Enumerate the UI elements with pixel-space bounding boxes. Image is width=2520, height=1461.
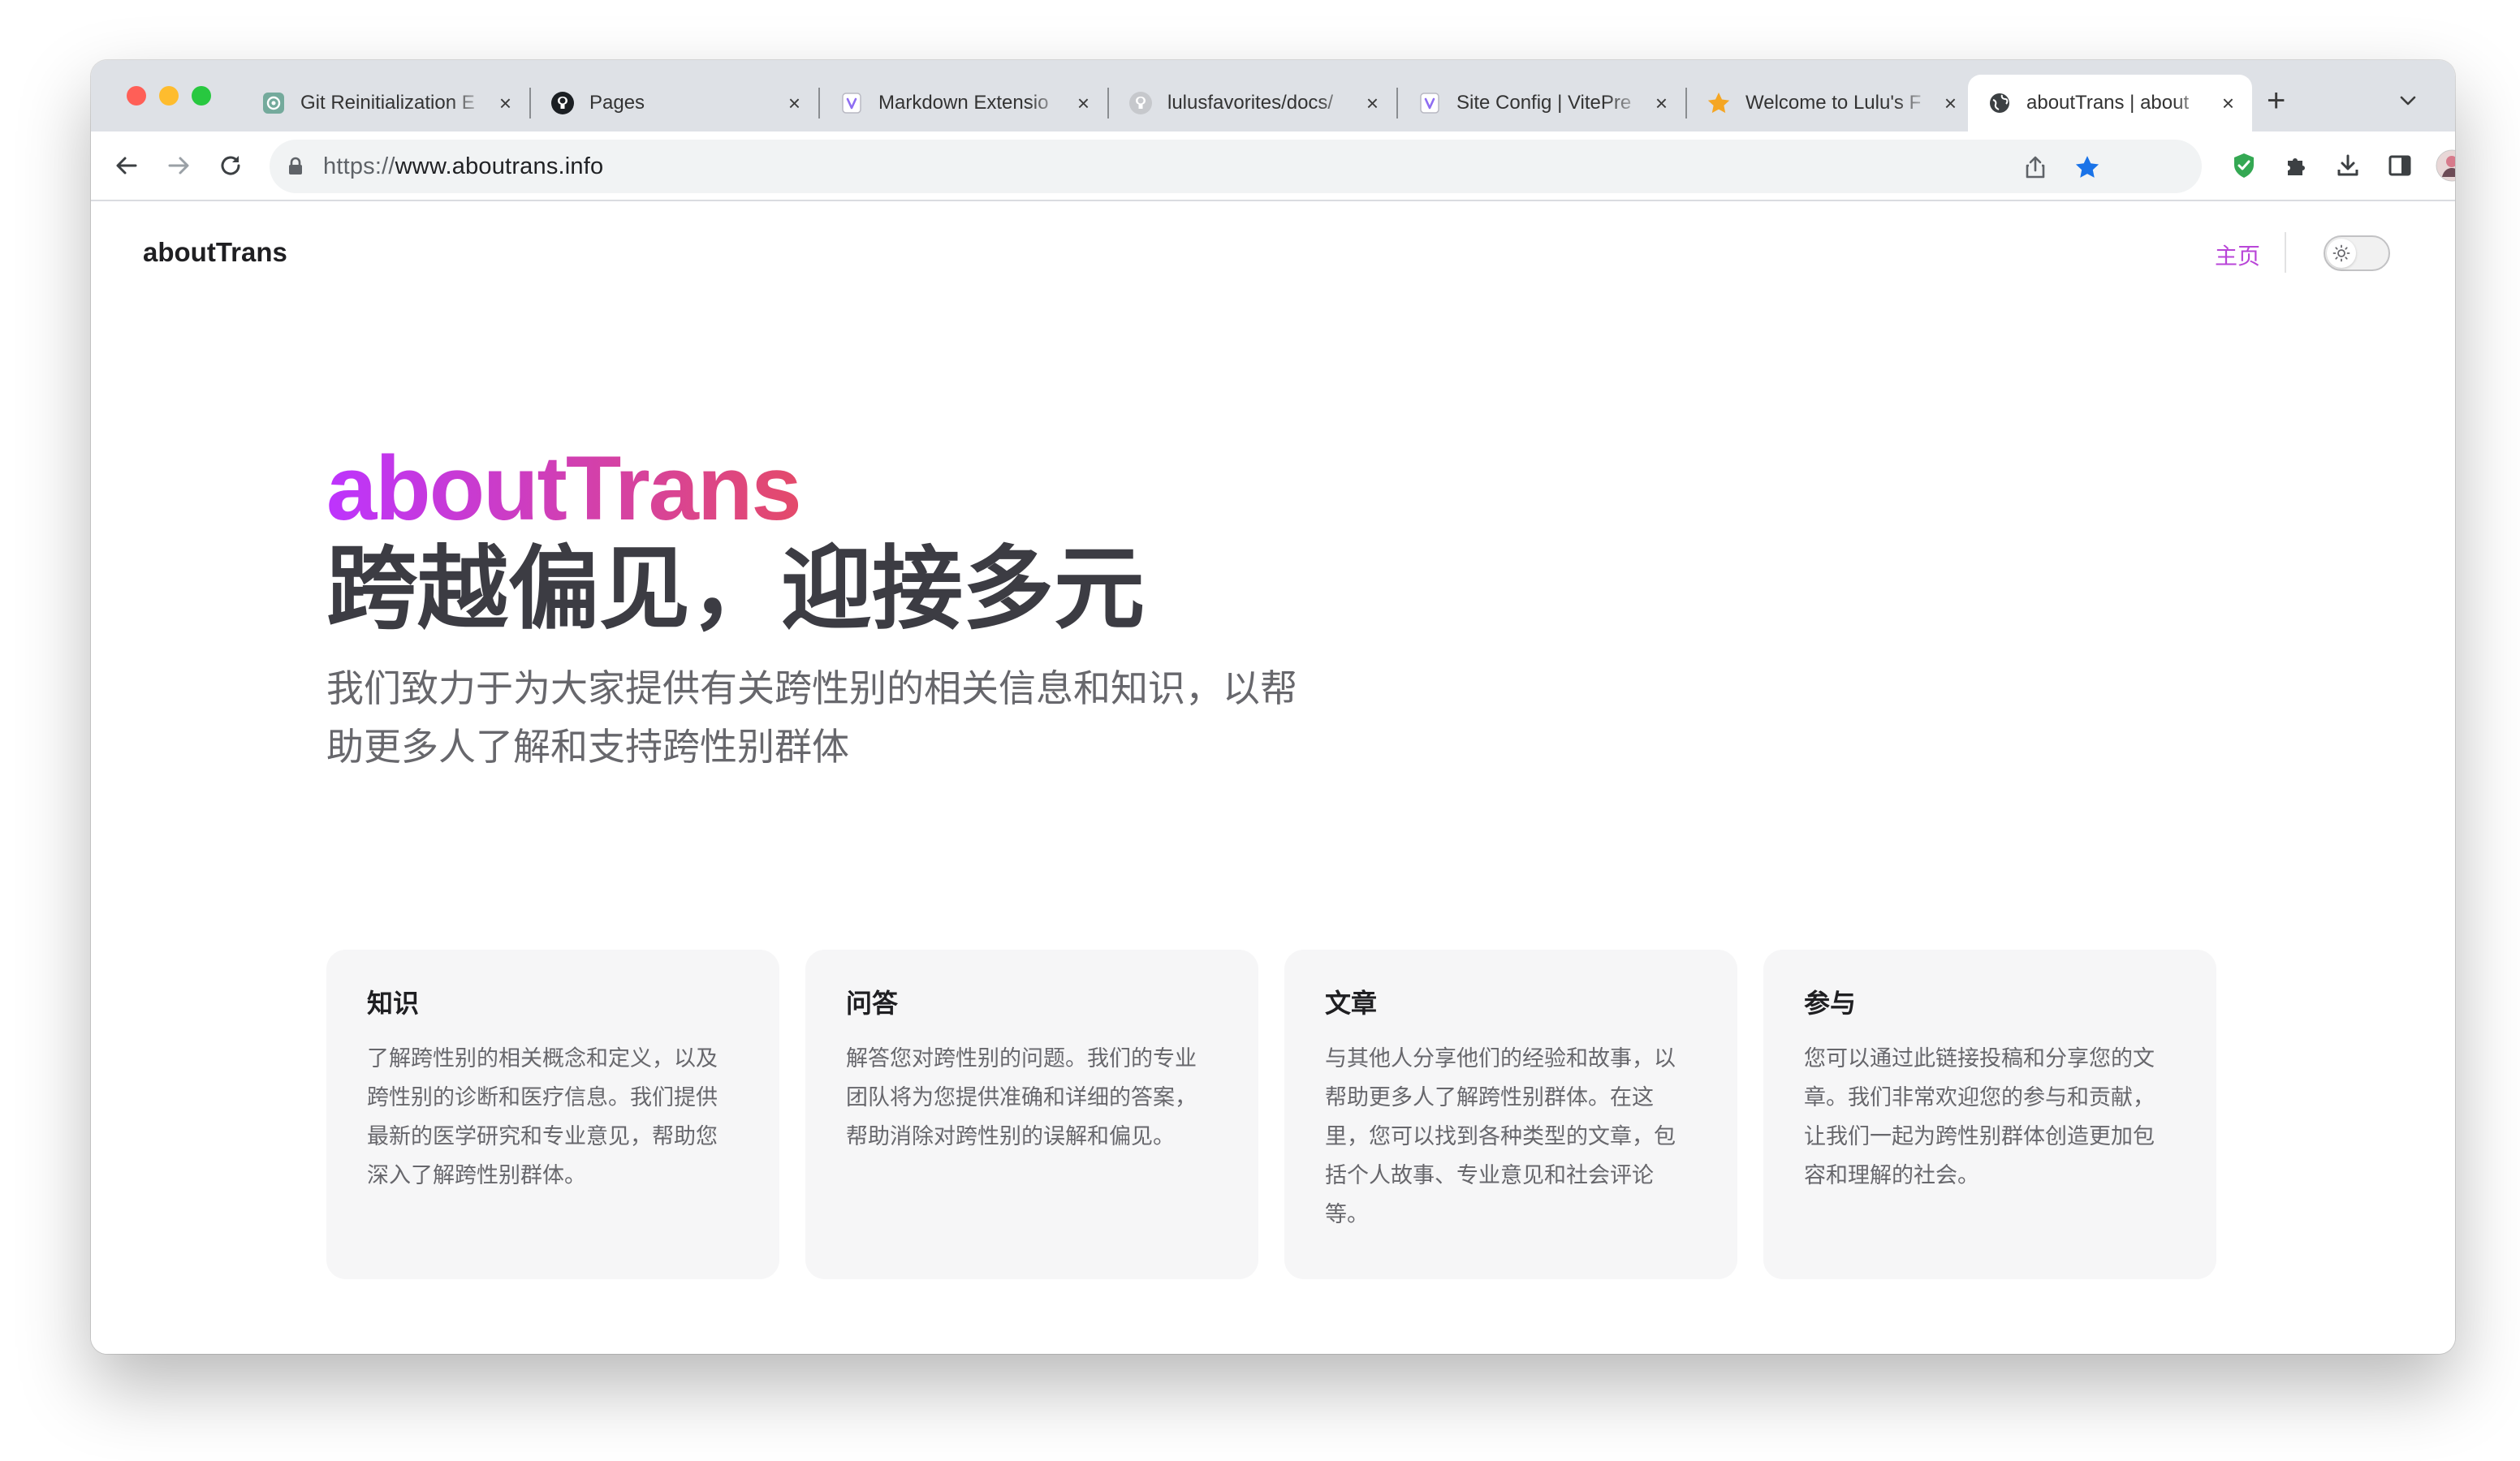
site-title-link[interactable]: aboutTrans: [143, 237, 287, 268]
tab-title: Markdown Extensio: [878, 92, 1049, 114]
tab-markdown-extension[interactable]: Markdown Extensio ×: [820, 75, 1107, 131]
tab-site-config-vitepress[interactable]: Site Config | VitePre ×: [1398, 75, 1685, 131]
tab-welcome-to-lulus[interactable]: Welcome to Lulu's F ×: [1687, 75, 1974, 131]
tab-close-icon[interactable]: ×: [1944, 91, 1957, 116]
browser-toolbar: https://www.aboutrans.info: [91, 131, 2455, 201]
tab-close-icon[interactable]: ×: [1077, 91, 1090, 116]
url-text[interactable]: https://www.aboutrans.info: [323, 153, 603, 180]
new-tab-button[interactable]: +: [2267, 84, 2285, 117]
feature-details: 与其他人分享他们的经验和故事，以帮助更多人了解跨性别群体。在这里，您可以找到各种…: [1325, 1046, 1676, 1226]
tab-title: Git Reinitialization E: [300, 92, 475, 114]
feature-card-knowledge[interactable]: 知识 了解跨性别的相关概念和定义，以及跨性别的诊断和医疗信息。我们提供最新的医学…: [326, 950, 779, 1279]
sun-icon: [2327, 239, 2356, 268]
tab-close-icon[interactable]: ×: [1366, 91, 1379, 116]
feature-title: 问答: [846, 989, 899, 1018]
extensions-puzzle-icon[interactable]: [2278, 148, 2314, 183]
feature-title: 参与: [1804, 989, 1857, 1018]
tab-title: Welcome to Lulu's F: [1745, 92, 1922, 114]
features-section: 知识 了解跨性别的相关概念和定义，以及跨性别的诊断和医疗信息。我们提供最新的医学…: [326, 950, 2218, 1279]
tab-strip: Git Reinitialization E × Pages × Markdow…: [91, 60, 2455, 131]
close-window-button[interactable]: [127, 86, 146, 106]
share-icon[interactable]: [2022, 153, 2049, 181]
tab-close-icon[interactable]: ×: [788, 91, 800, 116]
tab-pages[interactable]: Pages ×: [531, 75, 818, 131]
feature-details: 您可以通过此链接投稿和分享您的文章。我们非常欢迎您的参与和贡献，让我们一起为跨性…: [1804, 1046, 2155, 1187]
hero-text: 跨越偏见，迎接多元: [326, 538, 1145, 640]
tab-close-icon[interactable]: ×: [499, 91, 511, 116]
lock-icon[interactable]: [287, 157, 304, 180]
nav-link-home[interactable]: 主页: [2215, 239, 2260, 271]
tab-title: Pages: [589, 92, 645, 114]
tab-title: aboutTrans | about: [2026, 92, 2190, 114]
avatar[interactable]: [2434, 148, 2455, 183]
tab-git-reinitialization[interactable]: Git Reinitialization E ×: [242, 75, 529, 131]
feature-card-participate[interactable]: 参与 您可以通过此链接投稿和分享您的文章。我们非常欢迎您的参与和贡献，让我们一起…: [1763, 950, 2216, 1279]
forward-arrow-icon[interactable]: [161, 148, 196, 183]
feature-details: 了解跨性别的相关概念和定义，以及跨性别的诊断和医疗信息。我们提供最新的医学研究和…: [367, 1046, 718, 1187]
globe-icon: [1987, 91, 2012, 115]
url-scheme: https://: [323, 153, 395, 179]
site-navbar: aboutTrans 主页: [91, 203, 2455, 304]
browser-window: Git Reinitialization E × Pages × Markdow…: [91, 60, 2455, 1354]
feature-title: 文章: [1325, 989, 1378, 1018]
github-icon: [1128, 91, 1153, 115]
vitepress-icon: [1418, 91, 1442, 115]
tab-title: lulusfavorites/docs/: [1167, 92, 1334, 114]
hero-section: aboutTrans 跨越偏见，迎接多元 我们致力于为大家提供有关跨性别的相关信…: [326, 438, 1382, 776]
url-host: www.aboutrans.info: [395, 153, 604, 179]
tab-abouttrans[interactable]: aboutTrans | about ×: [1968, 75, 2252, 131]
feature-card-qa[interactable]: 问答 解答您对跨性别的问题。我们的专业团队将为您提供准确和详细的答案，帮助消除对…: [805, 950, 1258, 1279]
github-icon: [550, 91, 575, 115]
zoom-window-button[interactable]: [192, 86, 211, 106]
hero-tagline: 我们致力于为大家提供有关跨性别的相关信息和知识，以帮助更多人了解和支持跨性别群体: [326, 667, 1297, 768]
appearance-toggle[interactable]: [2324, 235, 2390, 271]
feature-details: 解答您对跨性别的问题。我们的专业团队将为您提供准确和详细的答案，帮助消除对跨性别…: [846, 1046, 1197, 1149]
minimize-window-button[interactable]: [159, 86, 179, 106]
nav-divider: [2285, 232, 2286, 273]
tab-close-icon[interactable]: ×: [2222, 91, 2234, 116]
tab-title: Site Config | VitePre: [1456, 92, 1632, 114]
address-bar[interactable]: https://www.aboutrans.info: [270, 140, 2202, 193]
back-arrow-icon[interactable]: [109, 148, 145, 183]
side-panel-icon[interactable]: [2382, 148, 2418, 183]
feature-card-articles[interactable]: 文章 与其他人分享他们的经验和故事，以帮助更多人了解跨性别群体。在这里，您可以找…: [1284, 950, 1737, 1279]
star-icon: [1707, 91, 1731, 115]
tab-close-icon[interactable]: ×: [1655, 91, 1668, 116]
page-content: aboutTrans 主页 aboutTrans 跨越偏见，迎接多元 我们致力于…: [91, 203, 2455, 1354]
tab-lulusfavorites-docs[interactable]: lulusfavorites/docs/ ×: [1109, 75, 1396, 131]
bookmark-star-icon[interactable]: [2073, 153, 2101, 181]
feature-title: 知识: [367, 989, 420, 1018]
download-icon[interactable]: [2330, 148, 2366, 183]
chatgpt-icon: [261, 91, 286, 115]
hero-name: aboutTrans: [326, 437, 802, 539]
shield-extension-icon[interactable]: [2226, 148, 2262, 183]
vitepress-icon: [839, 91, 864, 115]
reload-icon[interactable]: [213, 148, 248, 183]
chevron-down-icon[interactable]: [2398, 91, 2418, 114]
